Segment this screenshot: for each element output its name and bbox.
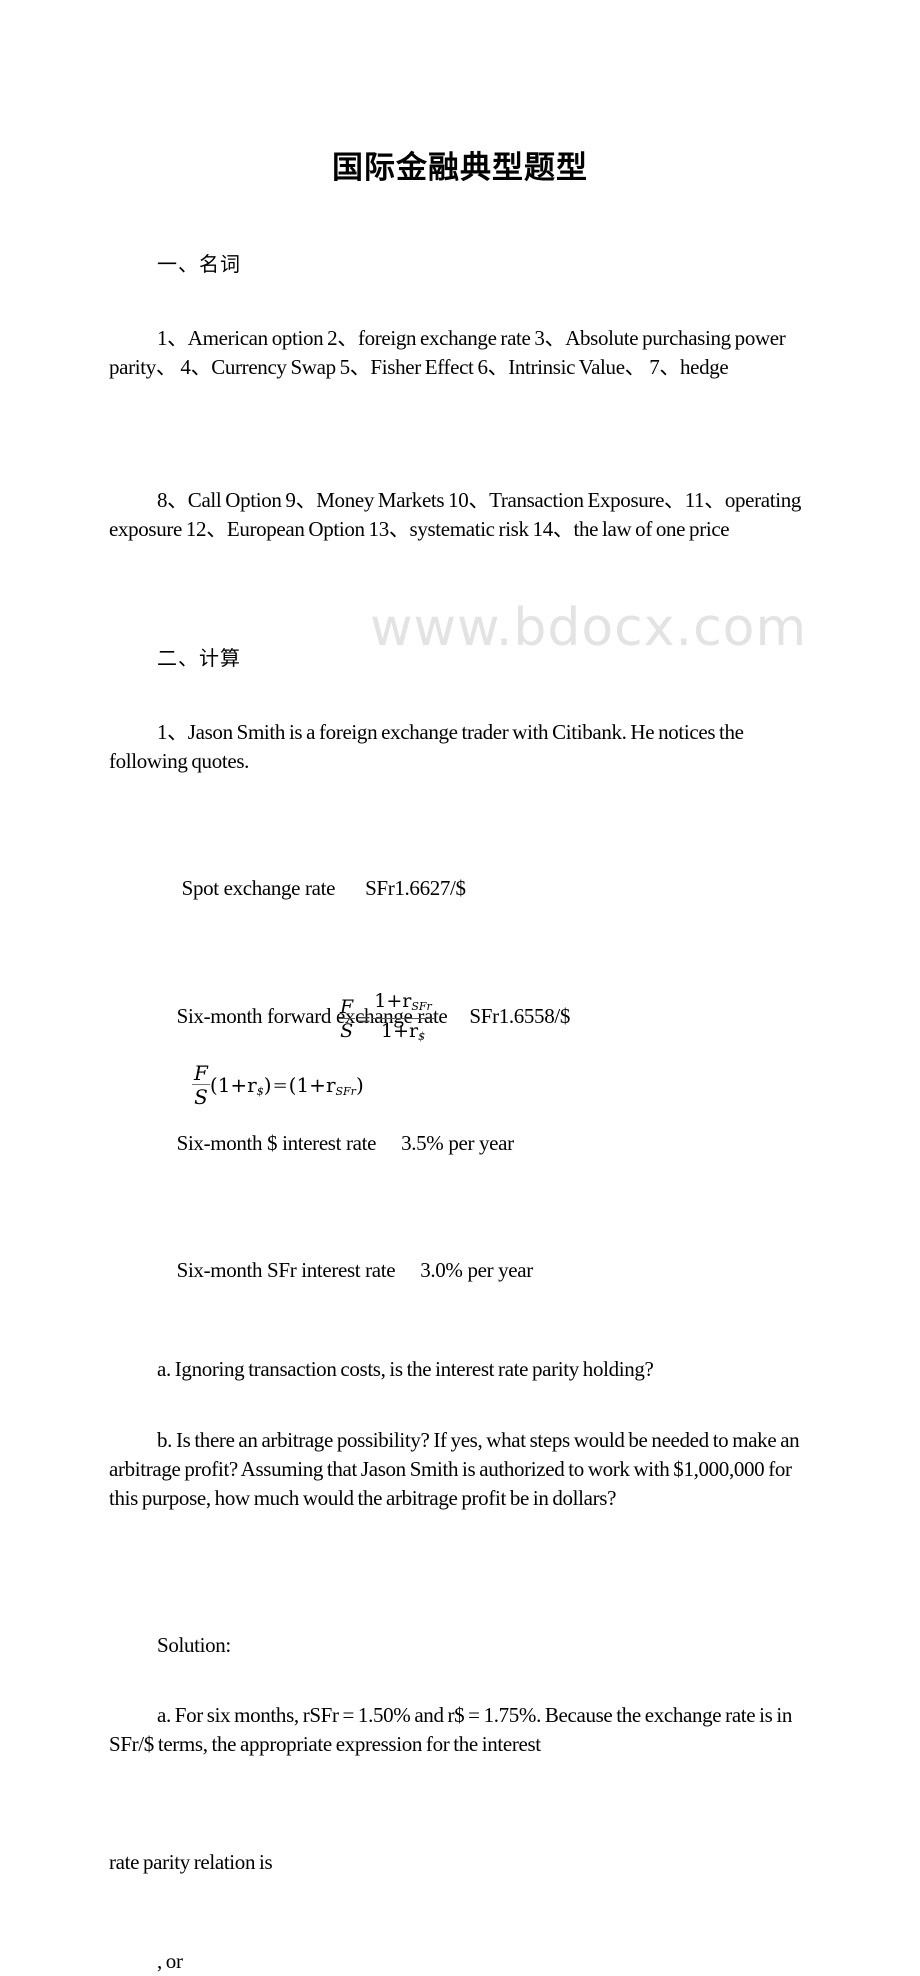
formula-right-term: (1+rSFr)	[288, 1073, 364, 1098]
document-title: 国际金融典型题型	[332, 150, 588, 186]
quote-row: Six-month forward exchange rate SFr1.6558…	[157, 973, 920, 1060]
formula-term: 1+r	[374, 990, 412, 1012]
formula-close-paren: )	[355, 1073, 364, 1097]
formula-equals: =	[272, 1075, 288, 1096]
question-a: a. Ignoring transaction costs, is the in…	[157, 1357, 654, 1381]
terms-paragraph-2: 8、Call Option 9、Money Markets 10、Transac…	[109, 488, 802, 541]
formula-close-paren: )	[263, 1073, 272, 1097]
formula-numerator: 1+rSFr	[372, 990, 434, 1019]
terms-paragraph-1: 1、American option 2、foreign exchange rat…	[109, 326, 786, 379]
formula-denominator: S	[194, 1085, 208, 1109]
formula-subscript: $	[256, 1085, 264, 1098]
solution-label: Solution:	[157, 1633, 231, 1657]
formula-interest-rate-parity: F S = 1+rSFr 1+r$	[338, 990, 434, 1049]
formula-term: (1+r	[288, 1073, 336, 1097]
quote-row: Six-month $ interest rate 3.5% per year	[157, 1100, 920, 1187]
question-b: b. Is there an arbitrage possibility? If…	[109, 1428, 800, 1510]
section-heading-terms: 一、名词	[157, 252, 241, 276]
quote-value: 3.5% per year	[401, 1131, 514, 1155]
formula-subscript: SFr	[335, 1085, 356, 1098]
section-heading-calculation: 二、计算	[157, 646, 241, 670]
quote-value: SFr1.6558/$	[469, 1004, 570, 1028]
formula-equals: =	[356, 1009, 372, 1030]
formula-numerator: F	[192, 1061, 210, 1085]
document-page: www.bdocx.com 国际金融典型题型 一、名词 1、American o…	[0, 0, 920, 1973]
formula-term: 1+r	[381, 1020, 419, 1042]
formula-denominator: S	[340, 1020, 354, 1042]
quote-value: 3.0% per year	[420, 1258, 533, 1282]
formula-rhs-fraction: 1+rSFr 1+r$	[372, 990, 434, 1049]
formula-parity-rearranged: F S (1+r$)=(1+rSFr)	[192, 1062, 364, 1109]
formula-left-term: (1+r$)	[209, 1073, 272, 1098]
formula-subscript: SFr	[411, 1000, 432, 1013]
formula-subscript: $	[418, 1030, 426, 1043]
or-text: , or	[157, 1949, 183, 1973]
formula-fraction: F S	[192, 1062, 210, 1109]
problem-1-intro: 1、Jason Smith is a foreign exchange trad…	[109, 720, 744, 773]
solution-a-continuation: rate parity relation is	[109, 1850, 273, 1874]
quote-label: Six-month SFr interest rate	[176, 1258, 396, 1282]
quote-row: Spot exchange rate SFr1.6627/$	[162, 845, 920, 932]
formula-term: (1+r	[209, 1073, 257, 1097]
formula-denominator: 1+r$	[372, 1019, 434, 1049]
solution-a-text: a. For six months, rSFr = 1.50% and r$ =…	[109, 1703, 792, 1756]
quote-label: Six-month $ interest rate	[176, 1131, 377, 1155]
formula-numerator: F	[338, 996, 356, 1019]
formula-lhs-fraction: F S	[338, 996, 356, 1043]
quote-row: Six-month SFr interest rate 3.0% per year	[157, 1227, 920, 1314]
quote-value: SFr1.6627/$	[365, 876, 466, 900]
quote-label: Spot exchange rate	[181, 876, 336, 900]
